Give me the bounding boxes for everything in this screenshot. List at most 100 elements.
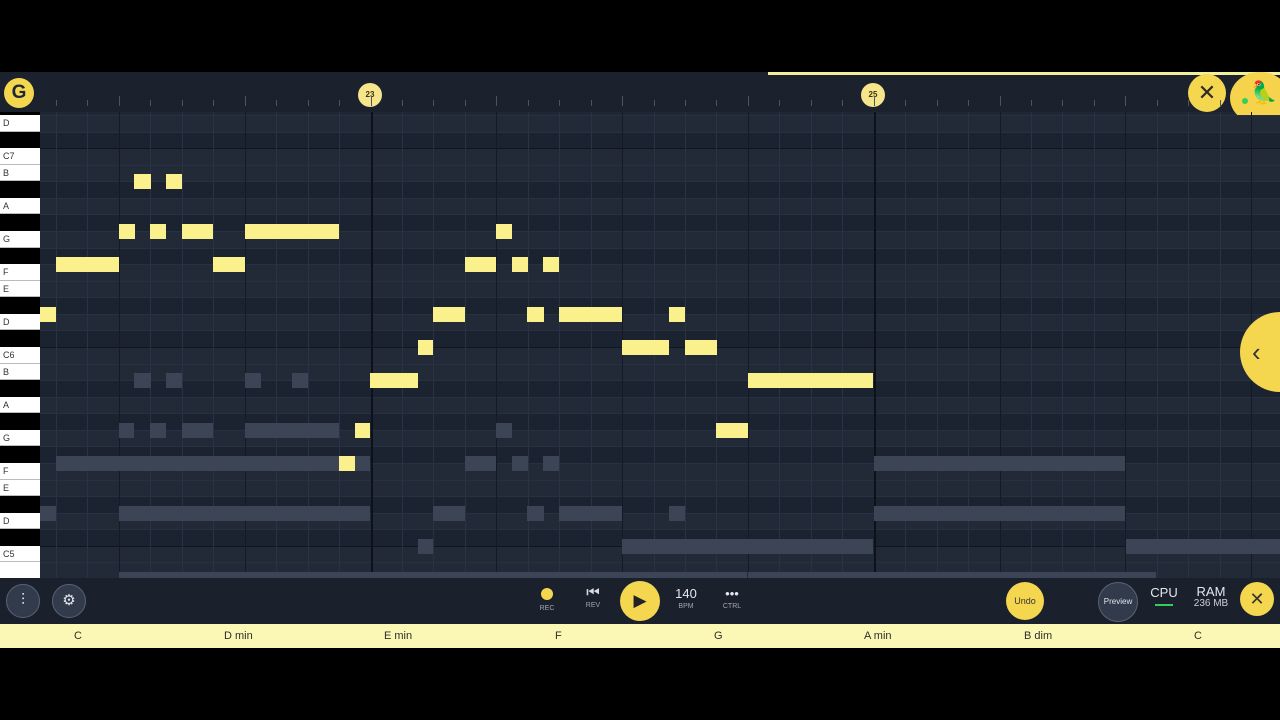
note-block[interactable]	[339, 456, 355, 471]
mixer-sliders-icon: ⫶	[20, 592, 25, 609]
black-key[interactable]	[0, 330, 40, 347]
black-key[interactable]	[0, 297, 40, 314]
ghost-note	[40, 506, 56, 521]
chord-label[interactable]: C	[1194, 624, 1202, 648]
ruler-tick	[433, 100, 435, 106]
ram-label: RAM	[1196, 584, 1226, 599]
grid-beat-line	[1188, 112, 1190, 578]
tempo-button[interactable]: 140 BPM	[670, 585, 702, 610]
ghost-note	[543, 456, 559, 471]
skip-back-icon: ⏮	[586, 584, 600, 601]
chord-label[interactable]: D min	[224, 624, 253, 648]
note-block[interactable]	[418, 340, 433, 355]
play-button[interactable]: ▶	[620, 581, 660, 621]
note-block[interactable]	[370, 373, 418, 388]
chord-label[interactable]: B dim	[1024, 624, 1052, 648]
chord-strip[interactable]: C D min E min F G A min B dim C	[0, 624, 1280, 648]
note-block[interactable]	[213, 257, 245, 272]
mixer-button[interactable]: ⫶	[6, 584, 40, 618]
black-key[interactable]	[0, 214, 40, 231]
ruler-tick	[118, 96, 120, 106]
note-block[interactable]	[622, 340, 669, 355]
ruler-tick	[905, 100, 907, 106]
note-block[interactable]	[559, 307, 622, 322]
ruler-tick	[1062, 100, 1064, 106]
chord-label[interactable]: G	[714, 624, 723, 648]
ctrl-label: CTRL	[722, 603, 742, 610]
note-block[interactable]	[496, 224, 512, 239]
grid-beat-line	[779, 112, 781, 578]
keyboard-settings-button[interactable]: ⚙	[52, 584, 86, 618]
note-block[interactable]	[669, 307, 685, 322]
black-key[interactable]	[0, 446, 40, 463]
chord-label[interactable]: A min	[864, 624, 892, 648]
note-block[interactable]	[166, 174, 182, 189]
rewind-button[interactable]: ⏮ REV	[578, 584, 608, 609]
grid-beat-line	[810, 112, 812, 578]
grid-beat-line	[496, 112, 498, 578]
black-key[interactable]	[0, 413, 40, 430]
key-label: C6	[3, 349, 15, 360]
note-block[interactable]	[355, 423, 370, 438]
chord-label[interactable]: F	[555, 624, 562, 648]
note-block[interactable]	[245, 224, 339, 239]
black-key[interactable]	[0, 529, 40, 546]
note-block[interactable]	[150, 224, 166, 239]
ghost-note	[182, 423, 213, 438]
rec-label: REC	[539, 605, 555, 612]
close-piano-roll-button[interactable]: ✕	[1188, 74, 1226, 112]
key-label: C7	[3, 151, 15, 162]
ghost-note	[496, 423, 512, 438]
cpu-label: CPU	[1150, 585, 1178, 600]
ghost-note	[874, 456, 1125, 471]
note-block[interactable]	[56, 257, 119, 272]
key-label: D	[3, 515, 10, 526]
undo-button[interactable]: Undo	[1006, 582, 1044, 620]
ruler-tick	[999, 96, 1001, 106]
ruler-tick	[842, 100, 844, 106]
record-button[interactable]: REC	[532, 587, 562, 612]
note-block[interactable]	[465, 257, 496, 272]
ghost-note	[166, 373, 182, 388]
ghost-note	[355, 456, 370, 471]
note-block[interactable]	[512, 257, 528, 272]
black-key[interactable]	[0, 380, 40, 397]
key-label: A	[3, 200, 10, 211]
black-key[interactable]	[0, 181, 40, 198]
ruler-tick	[716, 100, 718, 106]
ghost-note	[527, 506, 544, 521]
black-key[interactable]	[0, 131, 40, 149]
preview-button[interactable]: Preview	[1098, 582, 1138, 622]
fl-logo-button[interactable]: G	[4, 78, 34, 108]
note-block[interactable]	[119, 224, 135, 239]
note-block[interactable]	[182, 224, 213, 239]
note-block[interactable]	[716, 423, 748, 438]
note-block[interactable]	[748, 373, 873, 388]
ruler-tick	[150, 100, 152, 106]
key-label: E	[3, 283, 10, 294]
black-key[interactable]	[0, 496, 40, 513]
piano-keyboard[interactable]: D C7 B A G F E D C6 B A G F E D C5	[0, 112, 40, 578]
note-block[interactable]	[685, 340, 717, 355]
chord-label[interactable]: C	[74, 624, 82, 648]
ctrl-button[interactable]: ••• CTRL	[716, 585, 748, 610]
close-toolbar-button[interactable]: ✕	[1240, 582, 1274, 616]
timeline-ruler[interactable]: G 23 25 ✕ 🦜	[0, 72, 1280, 124]
ghost-note	[418, 539, 433, 554]
rev-label: REV	[585, 602, 601, 609]
note-block[interactable]	[527, 307, 544, 322]
ruler-tick	[527, 100, 529, 106]
note-block[interactable]	[134, 174, 151, 189]
ruler-tick	[653, 100, 655, 106]
play-icon: ▶	[633, 591, 647, 610]
note-block[interactable]	[40, 307, 56, 322]
ruler-tick	[401, 100, 403, 106]
record-icon	[541, 588, 553, 600]
note-block[interactable]	[543, 257, 559, 272]
ruler-tick	[213, 100, 215, 106]
note-grid[interactable]	[40, 112, 1280, 578]
black-key[interactable]	[0, 247, 40, 265]
chord-label[interactable]: E min	[384, 624, 412, 648]
white-key[interactable]	[0, 562, 40, 578]
note-block[interactable]	[433, 307, 465, 322]
